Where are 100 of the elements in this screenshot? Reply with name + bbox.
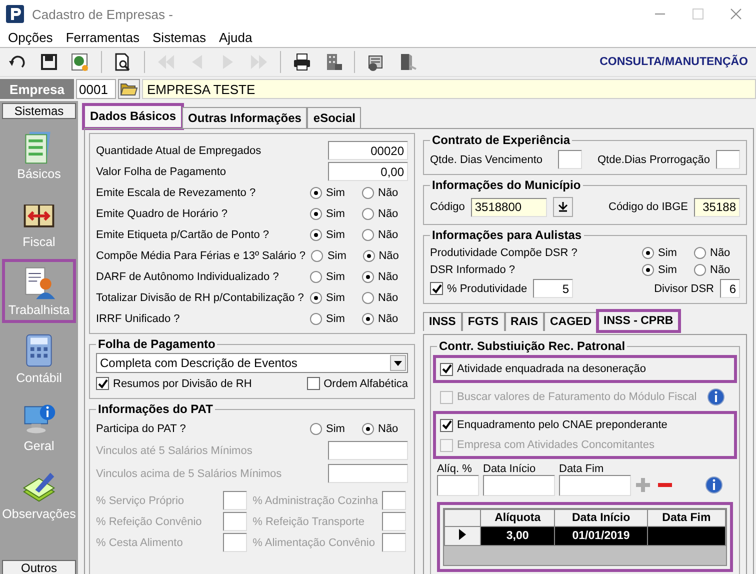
company-label: Empresa [0, 79, 74, 99]
tab[interactable]: INSS - CPRB [598, 311, 680, 331]
open-folder-button[interactable] [118, 79, 140, 99]
sidebar-footer-button[interactable]: Outros [2, 560, 76, 574]
field-label: % Cesta Alimento [96, 536, 184, 548]
radio-button[interactable]: Não [694, 264, 740, 276]
input-field[interactable] [222, 512, 247, 531]
question-label: Emite Etiqueta p/Cartão de Ponto ? [96, 228, 270, 240]
column-header[interactable]: Data Início [554, 510, 648, 526]
checkbox[interactable]: Ordem Alfabética [306, 377, 408, 390]
field-label: Código [430, 201, 465, 213]
radio-button[interactable]: Sim [642, 246, 688, 258]
add-icon[interactable] [635, 477, 651, 493]
input-field[interactable] [483, 475, 555, 496]
tab[interactable]: Dados Básicos [84, 105, 182, 128]
question-label: DARF de Autônomo Individualizado ? [96, 270, 280, 282]
save-icon[interactable] [39, 52, 59, 72]
check-icon [442, 420, 452, 430]
mode-label: CONSULTA/MANUTENÇÃO [600, 56, 748, 68]
input-field[interactable] [382, 533, 406, 552]
input-field[interactable]: 35188 [694, 198, 740, 216]
group-title: Folha de Pagamento [97, 337, 216, 351]
dropdown[interactable]: Completa com Descrição de Eventos [96, 353, 408, 373]
field-label: Código do IBGE [608, 201, 688, 213]
input-field[interactable] [716, 150, 740, 169]
menu-item[interactable]: Opções [8, 30, 53, 45]
radio-button[interactable]: Não [362, 422, 408, 434]
field-label: % Alimentação Convênio [252, 536, 376, 548]
radio-button[interactable]: Sim [310, 270, 356, 282]
field-label: Alíq. % [437, 463, 473, 475]
web-page-icon[interactable] [70, 52, 90, 72]
company-code-field[interactable]: 0001 [76, 79, 116, 99]
radio-button[interactable]: Sim [310, 292, 356, 304]
field-label: % Serviço Próprio [96, 494, 186, 506]
close-icon[interactable] [730, 8, 742, 20]
input-field[interactable] [559, 475, 631, 496]
question-label: Emite Escala de Revezamento ? [96, 186, 257, 198]
tab[interactable]: FGTS [462, 312, 505, 331]
input-field[interactable]: 3518800 [470, 198, 547, 216]
radio-button[interactable]: Sim [310, 228, 356, 240]
input-field[interactable]: 00020 [328, 141, 408, 160]
input-field[interactable] [222, 491, 247, 510]
lookup-button[interactable] [552, 197, 573, 217]
radio-button[interactable]: Sim [311, 250, 357, 262]
check-icon [98, 378, 108, 388]
checkbox[interactable]: Enquadramento pelo CNAE preponderante [440, 418, 668, 432]
tab[interactable]: eSocial [307, 107, 362, 128]
column-header[interactable]: Alíquota [480, 510, 555, 526]
checkbox[interactable]: Resumos por Divisão de RH [96, 377, 252, 390]
sidebar-header-button[interactable]: Sistemas [2, 103, 76, 119]
radio-button[interactable]: Não [362, 312, 408, 324]
radio-button[interactable]: Sim [310, 186, 356, 198]
radio-button[interactable]: Sim [642, 264, 688, 276]
column-header[interactable]: Data Fim [647, 510, 726, 526]
download-arrow-icon [558, 202, 568, 212]
input-field[interactable] [437, 475, 479, 496]
print-icon[interactable] [292, 52, 312, 72]
radio-button[interactable]: Sim [310, 422, 356, 434]
radio-button[interactable]: Sim [310, 208, 356, 220]
group-title: Contr. Substiuição Rec. Patronal [438, 339, 626, 353]
input-field[interactable]: 5 [533, 279, 574, 298]
question-label: Participa do PAT ? [96, 422, 187, 434]
menu-item[interactable]: Ajuda [218, 30, 252, 45]
menu-item[interactable]: Ferramentas [66, 30, 140, 45]
input-field[interactable] [328, 441, 408, 460]
question-label: Produtividade Compõe DSR ? [430, 246, 578, 258]
checkbox[interactable]: Atividade enquadrada na desoneração [440, 362, 646, 376]
tab[interactable]: Outras Informações [182, 107, 308, 128]
field-label: Data Fim [559, 463, 605, 475]
info-icon[interactable] [705, 476, 723, 494]
table-cell: 01/01/2019 [554, 526, 648, 546]
menu-item[interactable]: Sistemas [152, 30, 206, 45]
radio-button[interactable]: Não [362, 250, 408, 262]
radio-button[interactable]: Sim [310, 312, 356, 324]
radio-button[interactable]: Não [362, 228, 408, 240]
radio-button[interactable]: Não [694, 246, 740, 258]
check-icon [442, 364, 452, 374]
radio-button[interactable]: Não [362, 292, 408, 304]
radio-button[interactable]: Não [362, 270, 408, 282]
company-name-field[interactable]: EMPRESA TESTE [142, 79, 756, 99]
input-field[interactable] [558, 150, 582, 169]
checkbox[interactable]: % Produtividade [430, 282, 528, 295]
field-label: Vinculos acima de 5 Salários Mínimos [96, 468, 283, 480]
input-field[interactable] [382, 491, 406, 510]
row-pointer-icon [459, 529, 466, 540]
input-field[interactable]: 6 [720, 279, 740, 298]
question-label: Emite Quadro de Horário ? [96, 208, 228, 220]
field-label: Qtde.Dias Prorrogação [596, 154, 710, 166]
radio-button[interactable]: Não [362, 208, 408, 220]
tab[interactable]: INSS [423, 312, 462, 331]
input-field[interactable] [328, 464, 408, 483]
question-label: DSR Informado ? [430, 264, 516, 276]
input-field[interactable]: 0,00 [328, 162, 408, 181]
input-field[interactable] [222, 533, 247, 552]
tab[interactable]: CAGED [544, 312, 598, 331]
field-label: % Administração Cozinha [252, 494, 378, 506]
input-field[interactable] [382, 512, 406, 531]
radio-button[interactable]: Não [362, 186, 408, 198]
tab[interactable]: RAIS [504, 312, 544, 331]
question-label: Compõe Média Para Férias e 13º Salário ? [96, 250, 306, 262]
